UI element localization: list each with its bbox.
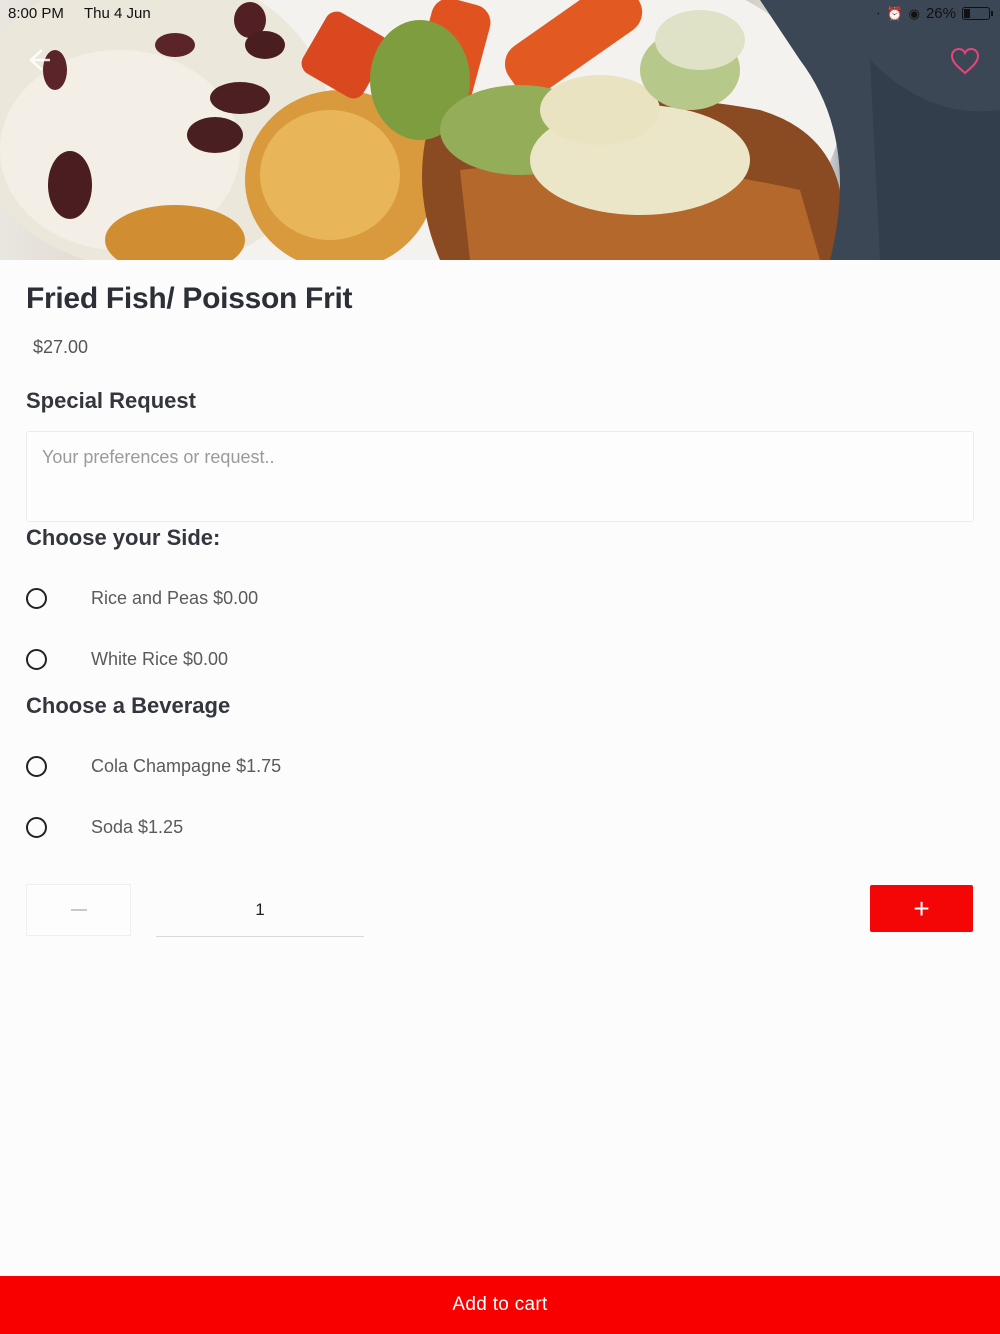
side-option-white-rice[interactable]: White Rice $0.00 xyxy=(26,644,228,674)
wifi-icon: ⋅ xyxy=(876,5,881,21)
special-request-field[interactable] xyxy=(26,431,974,522)
product-title: Fried Fish/ Poisson Frit xyxy=(26,282,353,315)
beverage-heading: Choose a Beverage xyxy=(26,693,231,718)
beverage-option-label: Soda $1.25 xyxy=(91,816,184,837)
product-price: $27.00 xyxy=(33,337,89,357)
minus-icon xyxy=(70,909,87,911)
rotation-lock-icon: ◉ xyxy=(908,5,920,21)
status-bar: 8:00 PM Thu 4 Jun ⋅ ⏰ ◉ 26% xyxy=(0,0,1000,28)
alarm-icon: ⏰ xyxy=(886,5,903,21)
side-option-label: White Rice $0.00 xyxy=(91,648,229,669)
battery-icon xyxy=(962,7,993,20)
heart-outline-icon xyxy=(950,47,980,75)
quantity-decrease-button[interactable] xyxy=(26,884,131,936)
radio-button[interactable] xyxy=(26,755,47,777)
special-request-input[interactable] xyxy=(27,432,973,521)
beverage-option-label: Cola Champagne $1.75 xyxy=(91,755,282,776)
special-request-heading: Special Request xyxy=(26,388,196,413)
quantity-increase-button[interactable]: + xyxy=(870,885,973,932)
status-time: 8:00 PM xyxy=(8,5,64,22)
favorite-button[interactable] xyxy=(948,44,982,78)
battery-percent: 26% xyxy=(925,5,956,22)
radio-button[interactable] xyxy=(26,816,47,838)
quantity-value[interactable]: 1 xyxy=(156,884,364,937)
beverage-option-soda[interactable]: Soda $1.25 xyxy=(26,812,183,842)
side-heading: Choose your Side: xyxy=(26,525,221,550)
back-button[interactable] xyxy=(22,44,54,76)
beverage-option-cola-champagne[interactable]: Cola Champagne $1.75 xyxy=(26,751,281,781)
product-image: 8:00 PM Thu 4 Jun ⋅ ⏰ ◉ 26% xyxy=(0,0,1000,260)
radio-button[interactable] xyxy=(26,587,47,609)
radio-button[interactable] xyxy=(26,648,47,670)
side-option-rice-and-peas[interactable]: Rice and Peas $0.00 xyxy=(26,583,258,613)
arrow-left-icon xyxy=(29,49,50,71)
side-option-label: Rice and Peas $0.00 xyxy=(91,587,259,608)
add-to-cart-button[interactable]: Add to cart xyxy=(0,1276,1000,1334)
fried-fish-meal-photo xyxy=(0,0,1000,260)
status-indicators: ⋅ ⏰ ◉ 26% xyxy=(876,5,993,22)
status-date: Thu 4 Jun xyxy=(84,5,151,22)
